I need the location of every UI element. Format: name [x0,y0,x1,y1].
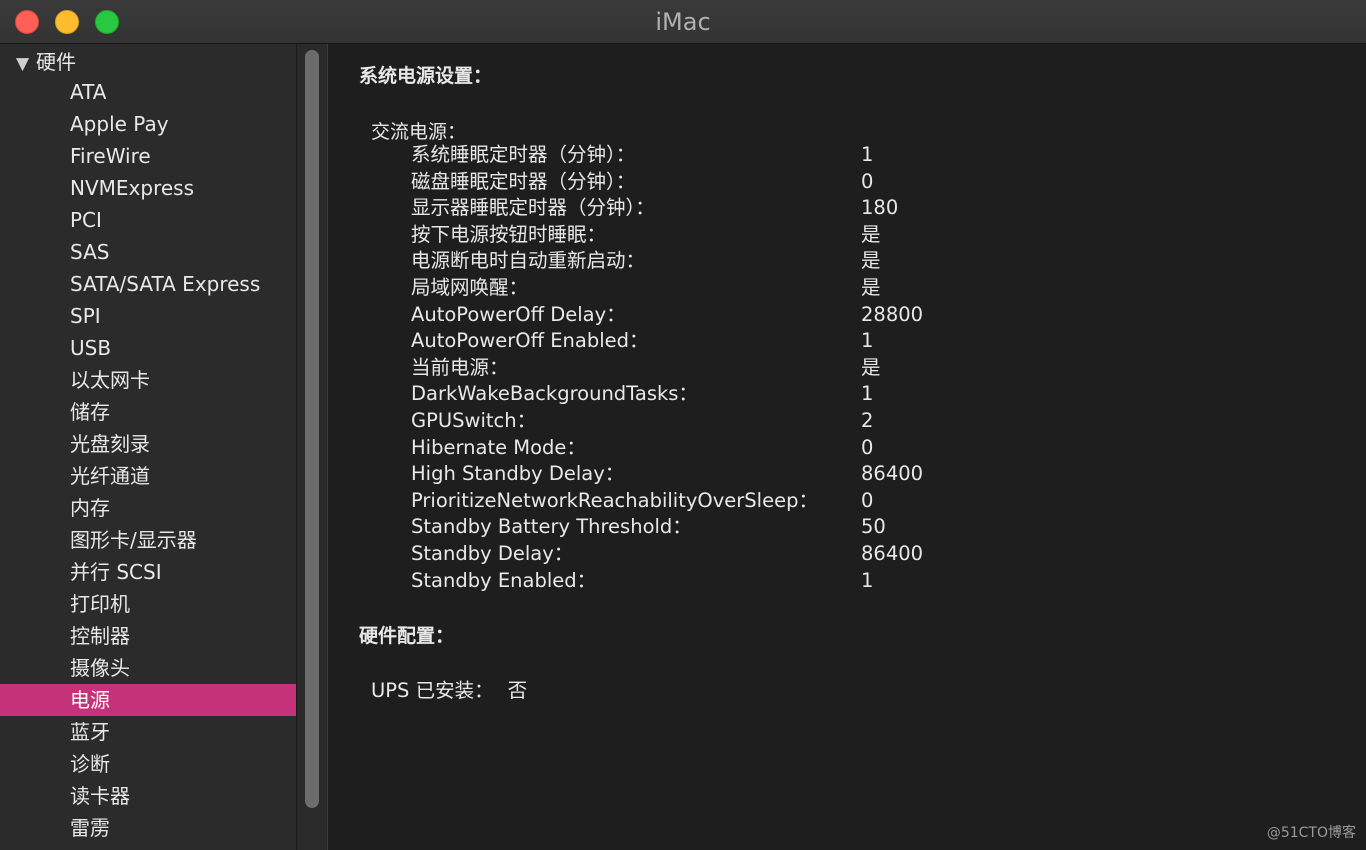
setting-label: Standby Enabled： [411,568,597,592]
setting-label: DarkWakeBackgroundTasks： [411,382,698,406]
sidebar-item[interactable]: 储存 [0,396,296,428]
sidebar-item[interactable]: 光盘刻录 [0,428,296,460]
sidebar-item[interactable]: 诊断 [0,748,296,780]
sidebar-item[interactable]: 蓝牙 [0,716,296,748]
setting-value: 1 [861,143,874,166]
setting-row: AutoPowerOff Enabled： 1 [411,328,1111,355]
setting-label: GPUSwitch： [411,408,537,432]
setting-label: PrioritizeNetworkReachabilityOverSleep： [411,488,818,512]
setting-value: 2 [861,408,874,432]
setting-label: 系统睡眠定时器（分钟）： [411,143,636,166]
setting-label: AutoPowerOff Enabled： [411,329,649,353]
setting-row: Standby Enabled： 1 [411,568,1111,595]
sidebar-item[interactable]: 雷雳 [0,812,296,844]
section-title-hardware-config: 硬件配置： [359,625,455,647]
setting-value: 1 [861,329,874,353]
setting-value: 0 [861,488,874,512]
detail-pane: 系统电源设置： 交流电源： 系统睡眠定时器（分钟）： 1 磁盘睡眠定时器（分钟）： 0… [328,44,1366,850]
setting-value: 50 [861,515,886,539]
sidebar-group-hardware[interactable]: ▼ 硬件 [16,48,76,76]
setting-row: 局域网唤醒： 是 [411,275,1111,302]
setting-label: 显示器睡眠定时器（分钟）： [411,196,655,220]
sidebar-item[interactable]: NVMExpress [0,172,296,204]
sidebar-item[interactable]: ATA [0,76,296,108]
setting-value: 86400 [861,541,924,565]
sidebar: ▼ 硬件 ATA Apple Pay FireWire NVMExpress PCI SAS… [0,44,296,850]
ac-power-settings-list: 系统睡眠定时器（分钟）： 1 磁盘睡眠定时器（分钟）： 0 显示器睡眠定时器（分钟）： 1… [411,142,1111,594]
setting-row: High Standby Delay： 86400 [411,461,1111,488]
watermark: @51CTO博客 [1266,825,1356,841]
setting-label: High Standby Delay： [411,462,625,486]
sidebar-item[interactable]: 并行 SCSI [0,556,296,588]
sidebar-item[interactable]: 读卡器 [0,780,296,812]
setting-label: AutoPowerOff Delay： [411,302,626,326]
ups-installed-row: UPS 已安装： 否 [371,674,527,703]
sidebar-list: ATA Apple Pay FireWire NVMExpress PCI SAS SATA… [0,76,296,844]
setting-row: PrioritizeNetworkReachabilityOverSleep： 0 [411,488,1111,515]
setting-value: 180 [861,196,899,220]
setting-row: 磁盘睡眠定时器（分钟）： 0 [411,169,1111,196]
setting-row: Standby Battery Threshold： 50 [411,514,1111,541]
setting-row: 按下电源按钮时睡眠： 是 [411,222,1111,249]
sidebar-scroll-thumb[interactable] [305,50,319,808]
setting-value: 0 [861,435,874,459]
sidebar-item[interactable]: 图形卡/显示器 [0,524,296,556]
setting-row: Standby Delay： 86400 [411,541,1111,568]
setting-value: 1 [861,568,874,592]
setting-row: Hibernate Mode： 0 [411,435,1111,462]
setting-value: 是 [861,249,881,273]
sidebar-item[interactable]: 以太网卡 [0,364,296,396]
setting-value: 是 [861,355,881,379]
setting-label: Standby Delay： [411,541,574,565]
setting-row: 当前电源： 是 [411,355,1111,382]
setting-value: 是 [861,275,881,299]
setting-row: 电源断电时自动重新启动： 是 [411,248,1111,275]
setting-row: 系统睡眠定时器（分钟）： 1 [411,142,1111,169]
ups-installed-label: UPS 已安装： [371,679,494,702]
sidebar-item[interactable]: 光纤通道 [0,460,296,492]
system-information-window: iMac ▼ 硬件 ATA Apple Pay FireWire NVMExpress P… [0,0,1366,850]
setting-label: 电源断电时自动重新启动： [411,249,646,273]
sidebar-group-label: 硬件 [36,50,76,74]
sidebar-item[interactable]: Apple Pay [0,108,296,140]
sidebar-item[interactable]: 电源 [0,684,296,716]
setting-value: 0 [861,169,874,193]
setting-label: 局域网唤醒： [411,275,529,299]
sidebar-item[interactable]: FireWire [0,140,296,172]
sidebar-item[interactable]: PCI [0,204,296,236]
setting-value: 是 [861,222,881,246]
window-title: iMac [655,8,711,36]
setting-label: 磁盘睡眠定时器（分钟）： [411,169,636,193]
sidebar-item[interactable]: 内存 [0,492,296,524]
sidebar-item[interactable]: 控制器 [0,620,296,652]
setting-row: 显示器睡眠定时器（分钟）： 180 [411,195,1111,222]
group-title-ac-power: 交流电源： [371,121,467,143]
sidebar-item[interactable]: 摄像头 [0,652,296,684]
sidebar-item[interactable]: USB [0,332,296,364]
sidebar-scrollbar[interactable] [296,44,328,850]
section-title-power-settings: 系统电源设置： [359,65,493,87]
sidebar-item[interactable]: SPI [0,300,296,332]
setting-label: 按下电源按钮时睡眠： [411,222,607,246]
setting-row: GPUSwitch： 2 [411,408,1111,435]
sidebar-item[interactable]: 打印机 [0,588,296,620]
disclosure-triangle-icon[interactable]: ▼ [16,50,36,78]
setting-row: AutoPowerOff Delay： 28800 [411,302,1111,329]
setting-label: Hibernate Mode： [411,435,586,459]
title-bar[interactable]: iMac [0,0,1366,44]
setting-label: 当前电源： [411,355,509,379]
setting-value: 1 [861,382,874,406]
setting-row: DarkWakeBackgroundTasks： 1 [411,381,1111,408]
setting-value: 28800 [861,302,924,326]
setting-value: 86400 [861,462,924,486]
ups-installed-value: 否 [507,679,528,702]
sidebar-item[interactable]: SATA/SATA Express [0,268,296,300]
sidebar-item[interactable]: SAS [0,236,296,268]
setting-label: Standby Battery Threshold： [411,515,692,539]
